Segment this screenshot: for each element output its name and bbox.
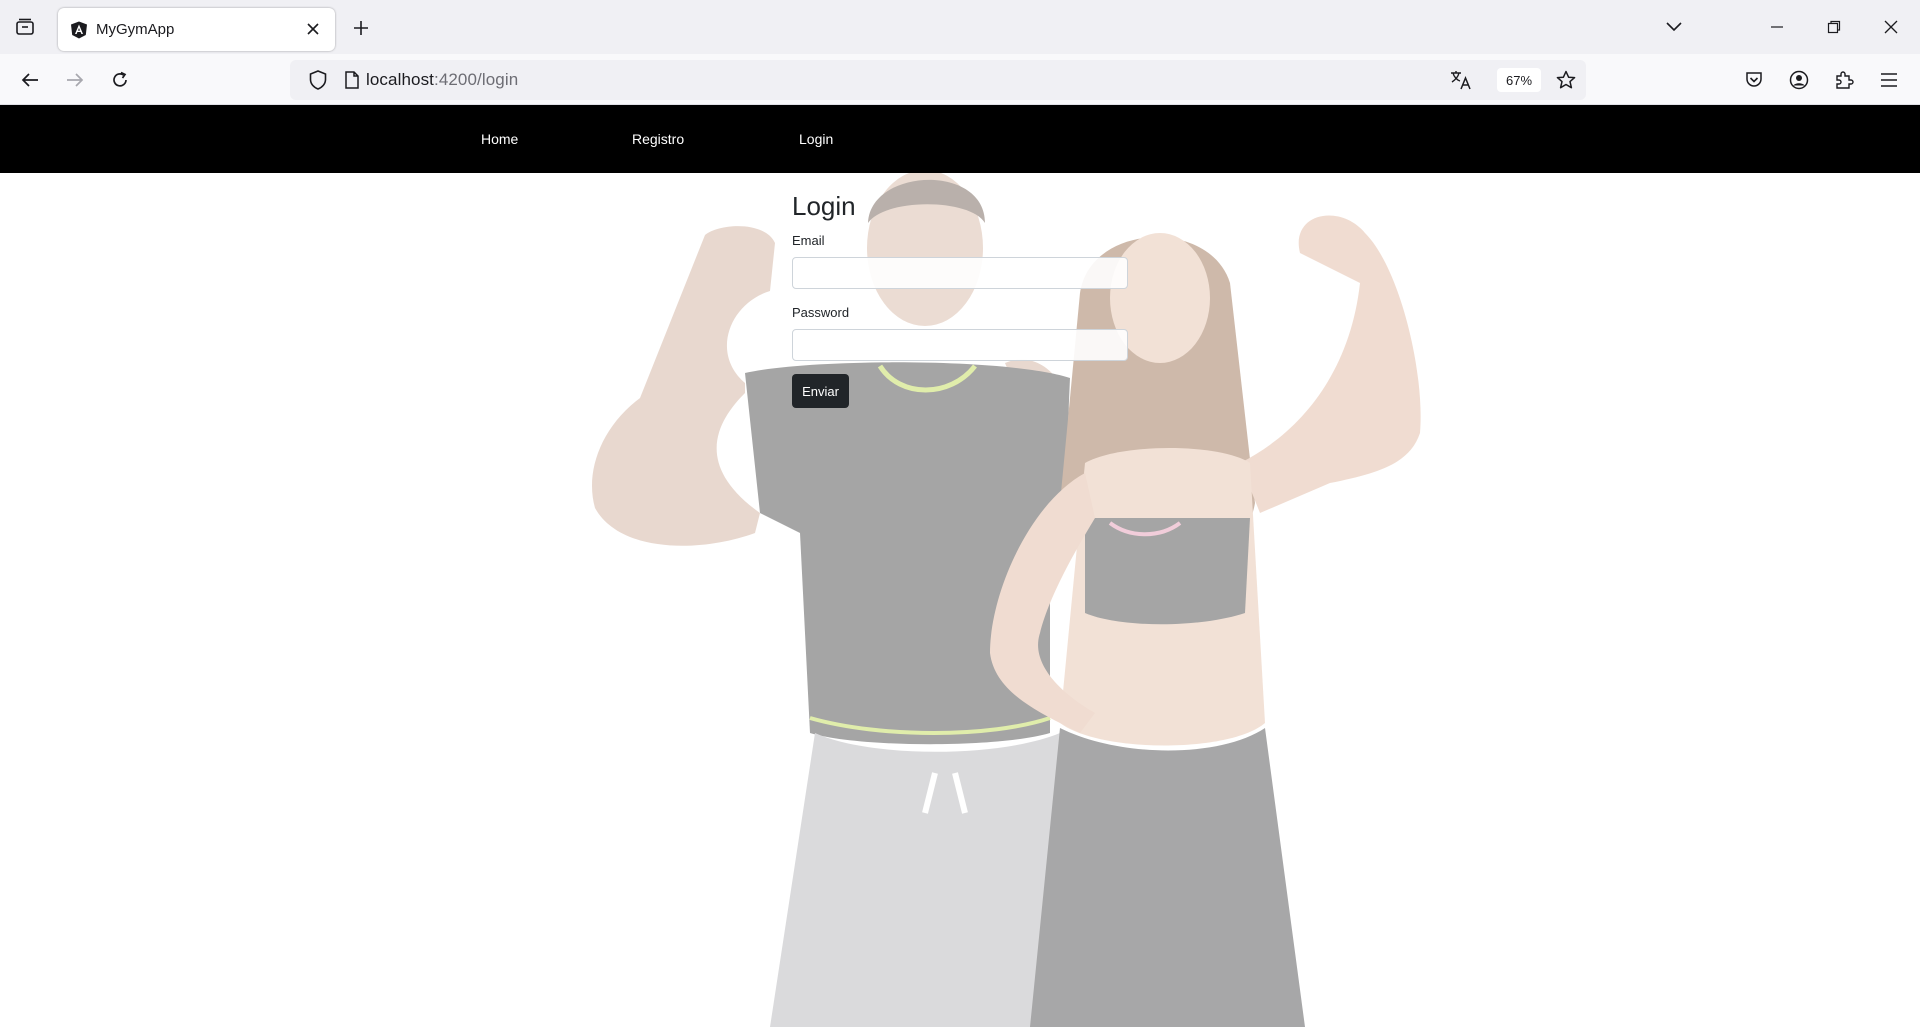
address-bar[interactable]: localhost:4200/login 67% xyxy=(290,60,1586,100)
page-icon[interactable] xyxy=(334,62,370,98)
nav-link-login[interactable]: Login xyxy=(799,131,833,147)
pocket-icon[interactable] xyxy=(1736,62,1772,98)
url-path: :4200/login xyxy=(434,70,519,89)
site-navbar: Home Registro Login xyxy=(0,105,1920,173)
email-field[interactable] xyxy=(792,257,1128,289)
minimize-icon[interactable] xyxy=(1759,9,1795,45)
fitness-couple-background-image xyxy=(592,173,1421,1027)
url-host: localhost xyxy=(366,70,434,89)
close-icon[interactable] xyxy=(1873,9,1909,45)
arrow-right-icon[interactable] xyxy=(57,62,93,98)
password-label: Password xyxy=(792,305,850,320)
hamburger-menu-icon[interactable] xyxy=(1871,62,1907,98)
url-text[interactable]: localhost:4200/login xyxy=(366,70,518,90)
chevron-down-icon[interactable] xyxy=(1656,9,1692,45)
tab-title: MyGymApp xyxy=(96,21,175,38)
nav-link-registro[interactable]: Registro xyxy=(632,131,684,147)
account-icon[interactable] xyxy=(1781,62,1817,98)
puzzle-icon[interactable] xyxy=(1826,62,1862,98)
angular-logo-icon xyxy=(71,21,87,38)
password-field[interactable] xyxy=(792,329,1128,361)
close-icon[interactable] xyxy=(297,13,329,45)
browser-toolbar: localhost:4200/login 67% xyxy=(0,54,1920,105)
translate-icon[interactable] xyxy=(1443,62,1479,98)
reload-icon[interactable] xyxy=(102,62,138,98)
login-title: Login xyxy=(792,191,856,221)
email-label: Email xyxy=(792,233,825,248)
arrow-left-icon[interactable] xyxy=(12,62,48,98)
submit-button[interactable]: Enviar xyxy=(792,374,849,408)
browser-tab-strip: MyGymApp xyxy=(0,0,1920,54)
zoom-level-badge[interactable]: 67% xyxy=(1497,68,1541,92)
tab-manager-icon[interactable] xyxy=(7,9,43,45)
plus-icon[interactable] xyxy=(343,10,379,46)
login-page: Login Email Password Enviar xyxy=(0,173,1920,1027)
nav-link-home[interactable]: Home xyxy=(481,131,518,147)
shield-icon[interactable] xyxy=(300,62,336,98)
star-icon[interactable] xyxy=(1548,62,1584,98)
active-tab[interactable]: MyGymApp xyxy=(58,8,335,51)
restore-icon[interactable] xyxy=(1816,9,1852,45)
